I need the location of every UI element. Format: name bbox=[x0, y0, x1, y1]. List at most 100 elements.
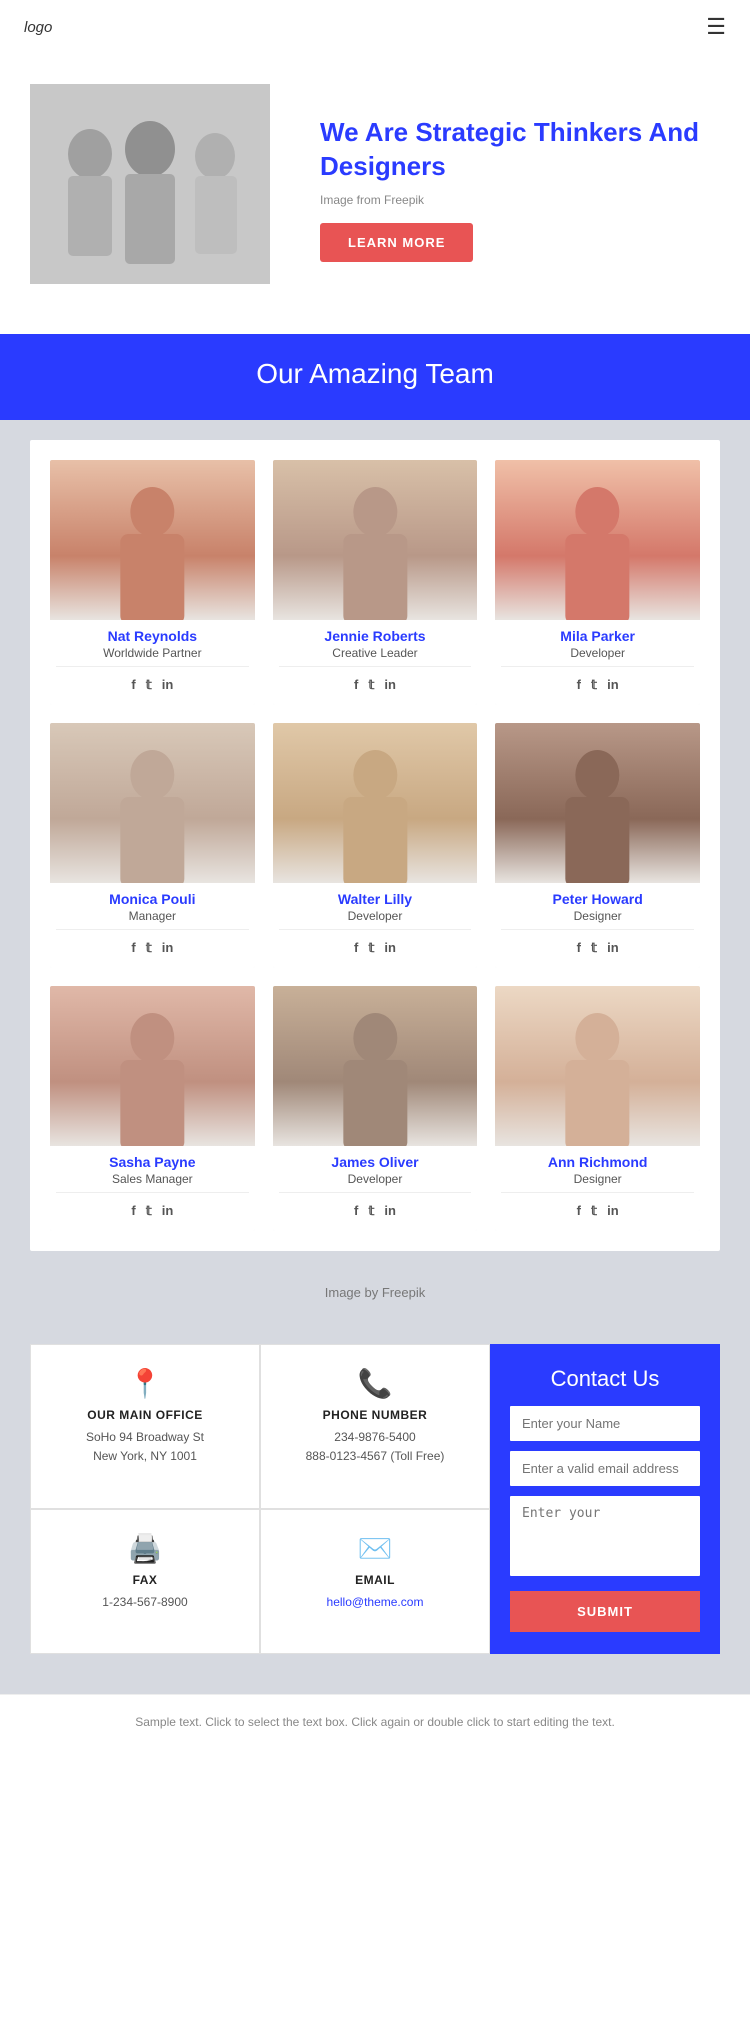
contact-office-block: 📍 OUR MAIN OFFICE SoHo 94 Broadway St Ne… bbox=[30, 1344, 260, 1509]
team-social-icons: f 𝕥 in bbox=[56, 934, 249, 964]
instagram-icon[interactable]: in bbox=[384, 677, 396, 693]
facebook-icon[interactable]: f bbox=[131, 940, 135, 956]
instagram-icon[interactable]: in bbox=[162, 677, 174, 693]
team-card-info: Monica PouliManager f 𝕥 in bbox=[50, 883, 255, 968]
instagram-icon[interactable]: in bbox=[162, 940, 174, 956]
hero-section: We Are Strategic Thinkers And Designers … bbox=[0, 54, 750, 334]
instagram-icon[interactable]: in bbox=[384, 1203, 396, 1219]
hero-title: We Are Strategic Thinkers And Designers bbox=[320, 116, 720, 184]
facebook-icon[interactable]: f bbox=[131, 677, 135, 693]
team-card-info: Peter HowardDesigner f 𝕥 in bbox=[495, 883, 700, 968]
team-card: Mila ParkerDeveloper f 𝕥 in bbox=[495, 460, 700, 705]
contact-name-input[interactable] bbox=[510, 1406, 700, 1441]
team-card-divider bbox=[56, 1192, 249, 1193]
team-card: Walter LillyDeveloper f 𝕥 in bbox=[273, 723, 478, 968]
twitter-icon[interactable]: 𝕥 bbox=[591, 940, 597, 956]
learn-more-button[interactable]: LEARN MORE bbox=[320, 223, 473, 262]
team-social-icons: f 𝕥 in bbox=[56, 1197, 249, 1227]
team-card-divider bbox=[501, 929, 694, 930]
team-card-photo bbox=[273, 723, 478, 883]
team-social-icons: f 𝕥 in bbox=[279, 934, 472, 964]
team-card-photo bbox=[495, 460, 700, 620]
team-card-divider bbox=[56, 666, 249, 667]
team-card-info: Jennie Roberts Creative Leader f 𝕥 in bbox=[273, 620, 478, 705]
team-card-divider bbox=[279, 1192, 472, 1193]
team-card-role: Creative Leader bbox=[279, 646, 472, 660]
team-card-role: Developer bbox=[279, 909, 472, 923]
navbar: logo ☰ bbox=[0, 0, 750, 54]
team-card-info: Sasha PayneSales Manager f 𝕥 in bbox=[50, 1146, 255, 1231]
team-card: Peter HowardDesigner f 𝕥 in bbox=[495, 723, 700, 968]
team-card-role: Developer bbox=[279, 1172, 472, 1186]
team-grid: Nat ReynoldsWorldwide Partner f 𝕥 in Jen… bbox=[50, 460, 700, 1231]
team-card-photo bbox=[273, 986, 478, 1146]
team-social-icons: f 𝕥 in bbox=[501, 671, 694, 701]
menu-icon[interactable]: ☰ bbox=[706, 14, 726, 40]
facebook-icon[interactable]: f bbox=[354, 677, 358, 693]
team-card-photo bbox=[50, 986, 255, 1146]
team-card-name: James Oliver bbox=[279, 1154, 472, 1170]
freepik-link[interactable]: Freepik bbox=[384, 193, 424, 207]
location-icon: 📍 bbox=[49, 1367, 241, 1400]
freepik-credit-link[interactable]: Freepik bbox=[382, 1285, 425, 1300]
twitter-icon[interactable]: 𝕥 bbox=[146, 1203, 152, 1219]
team-social-icons: f 𝕥 in bbox=[56, 671, 249, 701]
team-card: Ann RichmondDesigner f 𝕥 in bbox=[495, 986, 700, 1231]
team-header: Our Amazing Team bbox=[0, 334, 750, 420]
twitter-icon[interactable]: 𝕥 bbox=[591, 677, 597, 693]
twitter-icon[interactable]: 𝕥 bbox=[368, 677, 374, 693]
team-card-name: Sasha Payne bbox=[56, 1154, 249, 1170]
team-social-icons: f 𝕥 in bbox=[501, 934, 694, 964]
office-line2: New York, NY 1001 bbox=[93, 1449, 197, 1463]
team-card-divider bbox=[56, 929, 249, 930]
contact-email-input[interactable] bbox=[510, 1451, 700, 1486]
contact-fax-block: 🖨️ FAX 1-234-567-8900 bbox=[30, 1509, 260, 1654]
instagram-icon[interactable]: in bbox=[607, 940, 619, 956]
email-icon: ✉️ bbox=[279, 1532, 471, 1565]
email-label: EMAIL bbox=[279, 1573, 471, 1587]
team-grid-section: Nat ReynoldsWorldwide Partner f 𝕥 in Jen… bbox=[0, 420, 750, 1271]
team-card-name: Ann Richmond bbox=[501, 1154, 694, 1170]
team-card-photo bbox=[50, 460, 255, 620]
phone-tollfree: 888-0123-4567 (Toll Free) bbox=[306, 1449, 445, 1463]
contact-section: 📍 OUR MAIN OFFICE SoHo 94 Broadway St Ne… bbox=[0, 1344, 750, 1694]
phone-text: 234-9876-5400 888-0123-4567 (Toll Free) bbox=[279, 1428, 471, 1466]
email-link[interactable]: hello@theme.com bbox=[327, 1595, 424, 1609]
contact-email-block: ✉️ EMAIL hello@theme.com bbox=[260, 1509, 490, 1654]
hero-image-source: Image from Freepik bbox=[320, 193, 720, 207]
hero-photo bbox=[30, 84, 270, 284]
instagram-icon[interactable]: in bbox=[607, 1203, 619, 1219]
twitter-icon[interactable]: 𝕥 bbox=[146, 940, 152, 956]
facebook-icon[interactable]: f bbox=[577, 677, 581, 693]
instagram-icon[interactable]: in bbox=[162, 1203, 174, 1219]
facebook-icon[interactable]: f bbox=[577, 1203, 581, 1219]
footer: Sample text. Click to select the text bo… bbox=[0, 1694, 750, 1749]
team-image-credit: Image by Freepik bbox=[0, 1271, 750, 1314]
submit-button[interactable]: SUBMIT bbox=[510, 1591, 700, 1632]
team-card-info: Mila ParkerDeveloper f 𝕥 in bbox=[495, 620, 700, 705]
twitter-icon[interactable]: 𝕥 bbox=[591, 1203, 597, 1219]
team-card-name: Jennie Roberts bbox=[279, 628, 472, 644]
phone-icon: 📞 bbox=[279, 1367, 471, 1400]
facebook-icon[interactable]: f bbox=[577, 940, 581, 956]
twitter-icon[interactable]: 𝕥 bbox=[368, 940, 374, 956]
logo: logo bbox=[24, 19, 52, 36]
contact-message-textarea[interactable] bbox=[510, 1496, 700, 1576]
team-card: Monica PouliManager f 𝕥 in bbox=[50, 723, 255, 968]
facebook-icon[interactable]: f bbox=[354, 1203, 358, 1219]
team-card-info: Nat ReynoldsWorldwide Partner f 𝕥 in bbox=[50, 620, 255, 705]
twitter-icon[interactable]: 𝕥 bbox=[146, 677, 152, 693]
instagram-icon[interactable]: in bbox=[384, 940, 396, 956]
team-card: James Oliver Developer f 𝕥 in bbox=[273, 986, 478, 1231]
team-card-divider bbox=[501, 1192, 694, 1193]
team-card: Jennie Roberts Creative Leader f 𝕥 in bbox=[273, 460, 478, 705]
twitter-icon[interactable]: 𝕥 bbox=[368, 1203, 374, 1219]
team-card-role: Designer bbox=[501, 909, 694, 923]
team-card-photo bbox=[50, 723, 255, 883]
team-card-name: Nat Reynolds bbox=[56, 628, 249, 644]
facebook-icon[interactable]: f bbox=[131, 1203, 135, 1219]
email-address: hello@theme.com bbox=[279, 1593, 471, 1612]
team-card-role: Developer bbox=[501, 646, 694, 660]
instagram-icon[interactable]: in bbox=[607, 677, 619, 693]
facebook-icon[interactable]: f bbox=[354, 940, 358, 956]
